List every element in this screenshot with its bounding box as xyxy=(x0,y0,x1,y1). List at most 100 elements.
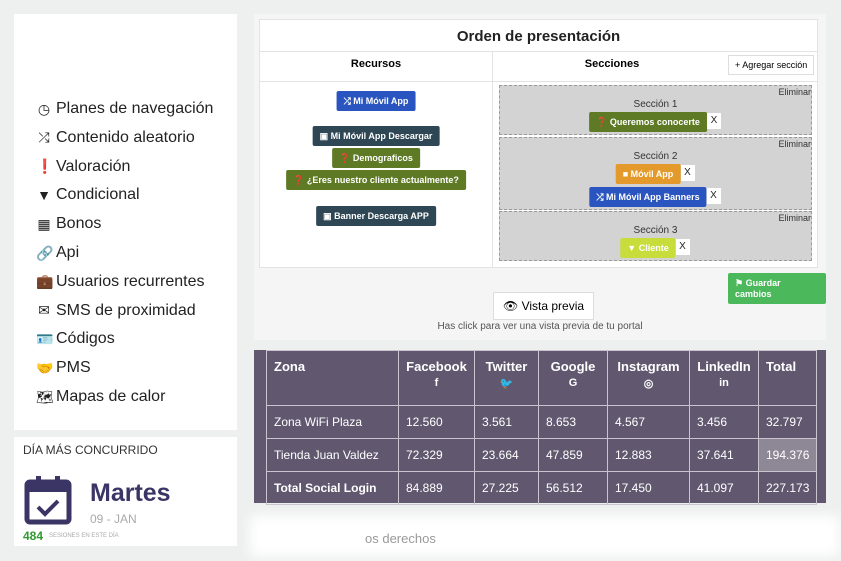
remove-item-button[interactable]: X xyxy=(706,188,721,204)
section-dropzone[interactable]: Eliminar Sección 1 ❓ Queremos conocerte X xyxy=(499,85,812,135)
resource-button[interactable]: ▣ Banner Descarga APP xyxy=(316,206,436,226)
header-label: LinkedIn xyxy=(697,359,751,374)
social-icon: G xyxy=(568,377,578,389)
table-cell: 17.450 xyxy=(607,471,690,505)
sidebar-item[interactable]: 🗺 Mapas de calor xyxy=(36,388,165,406)
map-icon: 🗺 xyxy=(36,388,54,405)
section-title: Sección 2 xyxy=(633,151,678,162)
day-name: Martes xyxy=(90,479,171,507)
table-cell: 32.797 xyxy=(757,405,818,439)
header-label: Zona xyxy=(274,359,306,374)
sessions-label: SESIONES EN ESTE DÍA xyxy=(49,533,119,539)
sidebar-item[interactable]: 🪪 Códigos xyxy=(36,330,115,348)
sidebar-item[interactable]: ❗ Valoración xyxy=(36,158,130,176)
section-item-button[interactable]: ■ Móvil App xyxy=(615,164,681,184)
table-cell: 47.859 xyxy=(538,438,608,472)
header-label: Twitter xyxy=(485,359,528,374)
social-login-table: Zona Facebook f Twitter 🐦 Google G Instagram ◎ Li… xyxy=(254,350,826,505)
table-cell: 41.097 xyxy=(689,471,759,505)
sidebar-item[interactable]: 💼 Usuarios recurrentes xyxy=(36,273,205,291)
sidebar-item[interactable]: ⤮ Contenido aleatorio xyxy=(36,128,195,147)
resource-button[interactable]: ▣ Mi Móvil App Descargar xyxy=(312,126,440,146)
header-label: Google xyxy=(550,359,596,374)
section-dropzone[interactable]: Eliminar Sección 2 ■ Móvil App ⤮ Mi Móvil A… xyxy=(499,137,812,210)
sidebar-item-label: Usuarios recurrentes xyxy=(56,272,205,290)
preview-hint: Has click para ver una vista previa de t… xyxy=(437,321,643,332)
resources-header: Recursos xyxy=(350,58,402,70)
column-header: Total xyxy=(757,350,818,406)
table-cell: 3.561 xyxy=(474,405,539,439)
save-changes-button[interactable]: ⚑ Guardar cambios xyxy=(728,273,826,304)
delete-section-link[interactable]: Eliminar xyxy=(778,139,811,149)
resource-button[interactable]: ⤮ Mi Móvil App xyxy=(336,91,416,111)
table-row: Zona WiFi Plaza 12.560 3.561 8.653 4.567 3.45… xyxy=(266,405,818,439)
social-icon: ◎ xyxy=(643,378,654,390)
panel-title: Orden de presentación xyxy=(456,28,621,45)
delete-section-link[interactable]: Eliminar xyxy=(778,87,811,97)
table-cell: 23.664 xyxy=(474,438,539,472)
sidebar-item[interactable]: ▦ Bonos xyxy=(36,215,101,233)
sidebar-item-label: Planes de navegación xyxy=(56,100,214,117)
section-title: Sección 3 xyxy=(633,225,678,236)
add-section-button[interactable]: + Agregar sección xyxy=(728,55,815,75)
sidebar: ◷ Planes de navegación ⤮ Contenido aleatori… xyxy=(14,14,237,430)
sidebar-item[interactable]: ✉ SMS de proximidad xyxy=(36,302,196,320)
sidebar-item-label: SMS de proximidad xyxy=(56,301,196,319)
table-cell: 56.512 xyxy=(538,471,608,505)
card-title: DÍA MÁS CONCURRIDO xyxy=(23,443,158,457)
column-header: Zona xyxy=(266,350,399,406)
table-cell: 8.653 xyxy=(538,405,608,439)
header-label: Facebook xyxy=(406,359,467,374)
section-dropzone[interactable]: Eliminar Sección 3 ▼ Cliente X xyxy=(499,211,812,261)
table-cell: 84.889 xyxy=(398,471,475,505)
table-cell: Zona WiFi Plaza xyxy=(266,405,399,439)
column-header: LinkedIn in xyxy=(689,350,759,406)
table-cell: 12.883 xyxy=(607,438,690,472)
table-cell: 37.641 xyxy=(689,438,759,472)
remove-item-button[interactable]: X xyxy=(707,113,721,129)
envelope-icon: ✉ xyxy=(38,302,50,319)
busiest-day-card: DÍA MÁS CONCURRIDO Martes 09 - JAN 484 S… xyxy=(14,437,237,546)
table-cell: 4.567 xyxy=(607,405,690,439)
sessions-count: 484 xyxy=(23,529,44,543)
exclamation-icon: ❗ xyxy=(36,158,54,175)
social-icon: 🐦 xyxy=(499,378,514,390)
column-header: Facebook f xyxy=(398,350,475,406)
sidebar-item[interactable]: 🔗 Api xyxy=(36,244,79,262)
section-item-button[interactable]: ▼ Cliente xyxy=(620,238,676,258)
preview-button[interactable]: 👁 Vista previa xyxy=(493,292,595,320)
section-item-button[interactable]: ❓ Queremos conocerte xyxy=(589,112,707,132)
sidebar-item[interactable]: ▼ Condicional xyxy=(36,186,140,204)
link-icon: 🔗 xyxy=(36,244,54,261)
qrcode-icon: ▦ xyxy=(37,215,51,232)
table-cell: Total Social Login xyxy=(266,471,399,505)
resource-button[interactable]: ❓ ¿Eres nuestro cliente actualmente? xyxy=(286,170,466,190)
table-row: Tienda Juan Valdez 72.329 23.664 47.859 12.8… xyxy=(266,438,818,472)
delete-section-link[interactable]: Eliminar xyxy=(778,213,811,223)
remove-item-button[interactable]: X xyxy=(680,165,695,181)
id-card-icon: 🪪 xyxy=(36,330,54,347)
remove-item-button[interactable]: X xyxy=(675,239,690,255)
column-header: Twitter 🐦 xyxy=(474,350,539,406)
presentation-order-panel: Orden de presentación Recursos Secciones… xyxy=(254,14,826,340)
sections-header: Secciones xyxy=(584,58,640,70)
sidebar-item-label: Api xyxy=(56,244,80,261)
sidebar-item-label: Mapas de calor xyxy=(56,388,166,405)
handshake-icon: 🤝 xyxy=(36,359,54,376)
sidebar-item[interactable]: ◷ Planes de navegación xyxy=(36,100,214,118)
table-cell: 194.376 xyxy=(757,438,818,472)
column-header: Google G xyxy=(538,350,608,406)
sidebar-item-label: Valoración xyxy=(56,157,131,175)
resource-button[interactable]: ❓ Demograficos xyxy=(332,148,420,168)
footer-text: os derechos xyxy=(365,531,436,546)
table-cell: 72.329 xyxy=(398,438,475,472)
sidebar-item-label: Bonos xyxy=(56,215,102,233)
sidebar-item-label: PMS xyxy=(56,359,91,377)
sidebar-item-label: Contenido aleatorio xyxy=(56,128,195,146)
social-icon: f xyxy=(434,377,439,389)
sidebar-item[interactable]: 🤝 PMS xyxy=(36,359,91,377)
section-item-button[interactable]: ⤮ Mi Móvil App Banners xyxy=(589,187,707,207)
table-cell: Tienda Juan Valdez xyxy=(266,438,399,472)
section-title: Sección 1 xyxy=(633,99,678,110)
sidebar-item-label: Códigos xyxy=(56,330,115,348)
